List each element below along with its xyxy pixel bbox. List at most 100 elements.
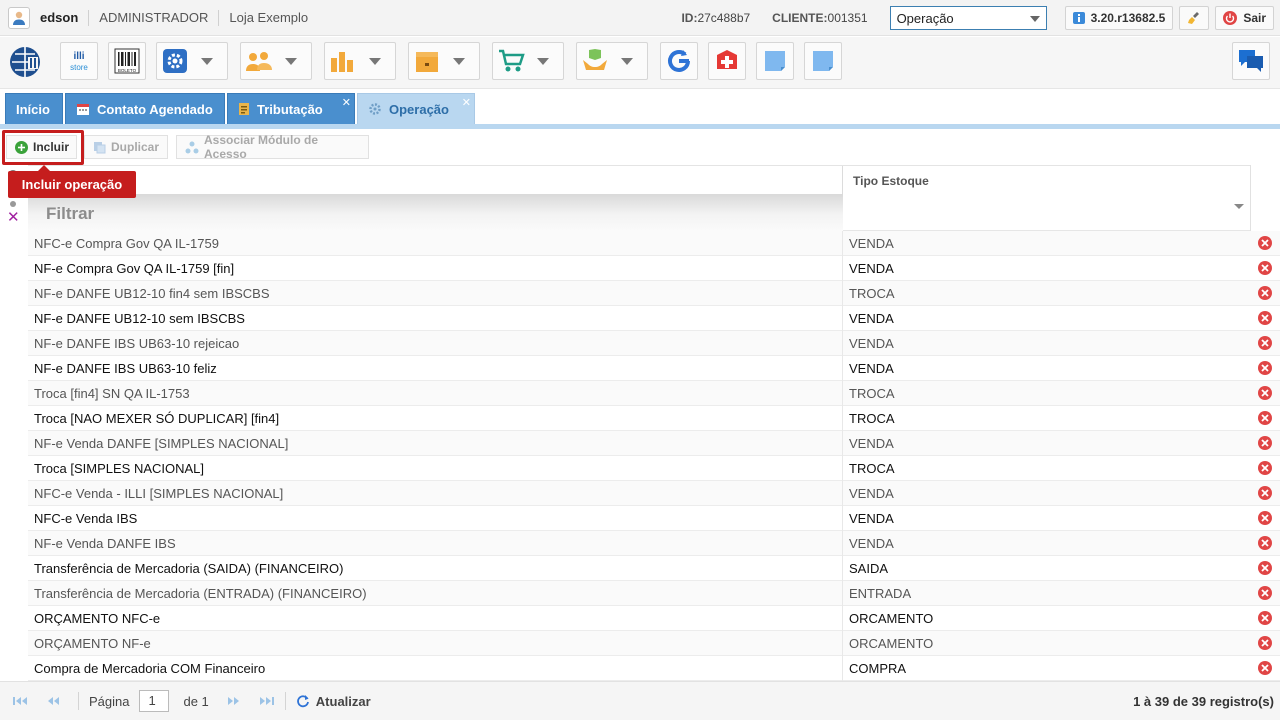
- table-row[interactable]: NFC-e Venda - ILLI [SIMPLES NACIONAL] VEN…: [28, 481, 1280, 506]
- duplicate-button[interactable]: Duplicar: [84, 135, 168, 159]
- health-button[interactable]: [708, 42, 746, 80]
- last-page-icon[interactable]: [259, 696, 275, 706]
- boleto-button[interactable]: BOLETO: [108, 42, 146, 80]
- delete-icon[interactable]: [1258, 486, 1272, 500]
- stock-type: TROCA: [849, 411, 895, 426]
- delete-icon[interactable]: [1258, 361, 1272, 375]
- table-row[interactable]: NF-e DANFE IBS UB63-10 rejeicao VENDA: [28, 331, 1280, 356]
- table-row[interactable]: NF-e Venda DANFE [SIMPLES NACIONAL] VENDA: [28, 431, 1280, 456]
- associate-module-button[interactable]: Associar Módulo de Acesso: [176, 133, 369, 161]
- next-page-icon[interactable]: [227, 696, 241, 706]
- delete-icon[interactable]: [1258, 411, 1272, 425]
- delete-icon[interactable]: [1258, 636, 1272, 650]
- prev-page-icon[interactable]: [46, 696, 60, 706]
- delete-icon[interactable]: [1258, 286, 1272, 300]
- table-row[interactable]: NFC-e Compra Gov QA IL-1759 VENDA: [28, 231, 1280, 256]
- pager: Página 1 de 1 Atualizar 1 à 39 de 39 reg…: [0, 681, 1280, 720]
- table-row[interactable]: NF-e DANFE UB12-10 sem IBSCBS VENDA: [28, 306, 1280, 331]
- chat-button[interactable]: [1232, 42, 1270, 80]
- column-divider: [842, 606, 843, 631]
- note-button-2[interactable]: [804, 42, 842, 80]
- table-row[interactable]: NF-e DANFE IBS UB63-10 feliz VENDA: [28, 356, 1280, 381]
- operation-name: NFC-e Venda - ILLI [SIMPLES NACIONAL]: [34, 486, 284, 501]
- note-button-1[interactable]: [756, 42, 794, 80]
- inventory-menu[interactable]: [408, 42, 480, 80]
- reports-menu[interactable]: [324, 42, 396, 80]
- operation-name: Transferência de Mercadoria (ENTRADA) (F…: [34, 586, 367, 601]
- table-row[interactable]: NFC-e Venda IBS VENDA: [28, 506, 1280, 531]
- tab-inicio[interactable]: Início: [5, 93, 63, 124]
- operation-name: Compra de Mercadoria COM Financeiro: [34, 661, 266, 676]
- module-select[interactable]: Operação: [889, 6, 1047, 30]
- table-row[interactable]: Troca [NAO MEXER SÓ DUPLICAR] [fin4] TROC…: [28, 406, 1280, 431]
- delete-icon[interactable]: [1258, 386, 1272, 400]
- info-icon: [1072, 12, 1085, 24]
- table-row[interactable]: ORÇAMENTO NFC-e ORCAMENTO: [28, 606, 1280, 631]
- illi-store-button[interactable]: illi store: [60, 42, 98, 80]
- table-row[interactable]: NF-e Venda DANFE IBS VENDA: [28, 531, 1280, 556]
- column-header-stock-type[interactable]: Tipo Estoque: [853, 174, 929, 188]
- delete-icon[interactable]: [1258, 261, 1272, 275]
- sales-menu[interactable]: [492, 42, 564, 80]
- delete-icon[interactable]: [1258, 461, 1272, 475]
- delete-icon[interactable]: [1258, 236, 1272, 250]
- delete-icon[interactable]: [1258, 561, 1272, 575]
- clear-filter-icon[interactable]: ✕: [7, 210, 20, 225]
- close-icon[interactable]: ✕: [342, 96, 351, 109]
- tab-operacao[interactable]: Operação ✕: [357, 93, 475, 124]
- people-menu[interactable]: [240, 42, 312, 80]
- settings-menu[interactable]: [156, 42, 228, 80]
- stock-type: TROCA: [849, 461, 895, 476]
- operation-name: NF-e Venda DANFE IBS: [34, 536, 176, 551]
- refresh-button[interactable]: Atualizar: [316, 694, 371, 709]
- delete-icon[interactable]: [1258, 511, 1272, 525]
- tab-contato-agendado[interactable]: Contato Agendado: [65, 93, 225, 124]
- services-menu[interactable]: [576, 42, 648, 80]
- version-button[interactable]: 3.20.r13682.5: [1064, 6, 1174, 30]
- svg-text:BOLETO: BOLETO: [118, 68, 137, 73]
- brand-logo-icon[interactable]: [8, 45, 42, 79]
- table-row[interactable]: Troca [fin4] SN QA IL-1753 TROCA: [28, 381, 1280, 406]
- table-row[interactable]: Transferência de Mercadoria (SAIDA) (FIN…: [28, 556, 1280, 581]
- user-name: edson: [40, 10, 79, 25]
- refresh-icon[interactable]: [296, 694, 310, 708]
- delete-icon[interactable]: [1258, 436, 1272, 450]
- stock-type: TROCA: [849, 286, 895, 301]
- stock-type: VENDA: [849, 511, 894, 526]
- stock-type: SAIDA: [849, 561, 889, 576]
- cart-icon: [493, 43, 529, 79]
- column-divider: [842, 656, 843, 681]
- chevron-down-icon: [201, 57, 213, 65]
- table-row[interactable]: NF-e DANFE UB12-10 fin4 sem IBSCBS TROCA: [28, 281, 1280, 306]
- logout-button[interactable]: Sair: [1215, 6, 1274, 30]
- delete-icon[interactable]: [1258, 586, 1272, 600]
- delete-icon[interactable]: [1258, 611, 1272, 625]
- avatar[interactable]: [8, 6, 30, 29]
- operation-name: NFC-e Venda IBS: [34, 511, 138, 526]
- page-input[interactable]: 1: [139, 690, 170, 712]
- column-divider: [842, 281, 843, 306]
- table-row[interactable]: Compra de Mercadoria COM Financeiro COMPR…: [28, 656, 1280, 681]
- calendar-icon: [76, 102, 90, 116]
- stock-type: ORCAMENTO: [849, 636, 934, 651]
- first-page-icon[interactable]: [12, 696, 28, 706]
- delete-icon[interactable]: [1258, 311, 1272, 325]
- table-row[interactable]: ORÇAMENTO NF-e ORCAMENTO: [28, 631, 1280, 656]
- sync-button[interactable]: [660, 42, 698, 80]
- delete-icon[interactable]: [1258, 536, 1272, 550]
- stock-type-filter[interactable]: [843, 194, 1250, 231]
- clear-cache-button[interactable]: [1179, 6, 1210, 30]
- close-icon[interactable]: ✕: [462, 96, 471, 109]
- chevron-down-icon: [453, 57, 465, 65]
- stock-type: VENDA: [849, 486, 894, 501]
- tab-tributacao[interactable]: Tributação ✕: [227, 93, 355, 124]
- users-icon: [241, 43, 277, 79]
- delete-icon[interactable]: [1258, 661, 1272, 675]
- table-row[interactable]: NF-e Compra Gov QA IL-1759 [fin] VENDA: [28, 256, 1280, 281]
- filter-input[interactable]: Filtrar: [46, 204, 94, 224]
- operation-name: NF-e DANFE UB12-10 fin4 sem IBSCBS: [34, 286, 270, 301]
- power-icon: [1223, 11, 1238, 25]
- table-row[interactable]: Transferência de Mercadoria (ENTRADA) (F…: [28, 581, 1280, 606]
- table-row[interactable]: Troca [SIMPLES NACIONAL] TROCA: [28, 456, 1280, 481]
- delete-icon[interactable]: [1258, 336, 1272, 350]
